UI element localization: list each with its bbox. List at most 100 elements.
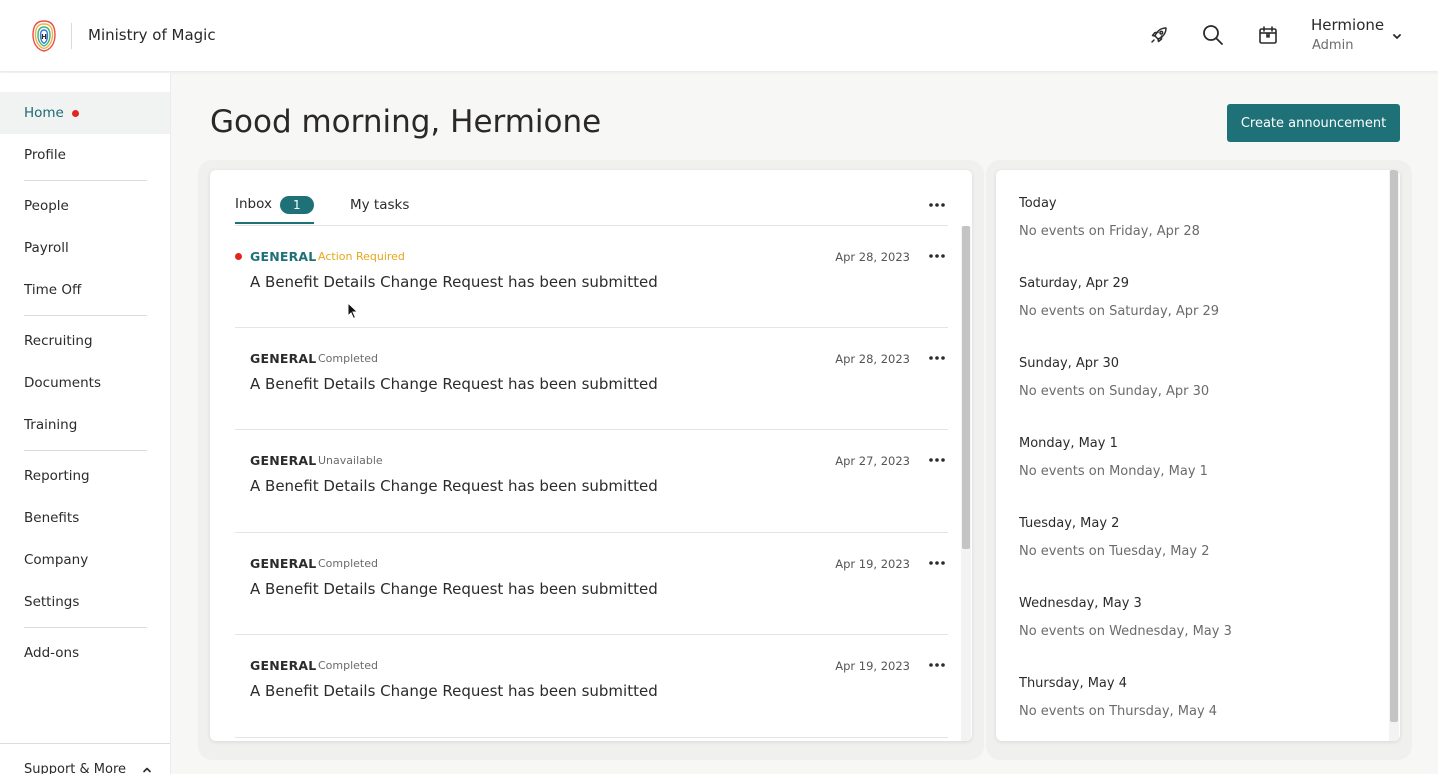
user-name[interactable]: Hermione (1311, 16, 1384, 34)
sidebar-item-label: Home (24, 105, 64, 121)
day-events: No events on Thursday, May 4 (1019, 704, 1218, 719)
sidebar-item-home[interactable]: Home (0, 92, 170, 134)
page-title: Good morning, Hermione (210, 104, 602, 140)
sidebar-item-reporting[interactable]: Reporting (0, 455, 170, 497)
inbox-tabs: Inbox 1 My tasks (235, 170, 948, 226)
inbox-scrollbar[interactable] (961, 226, 971, 741)
search-icon[interactable] (1200, 22, 1226, 48)
mouse-cursor-icon (347, 301, 359, 320)
calendar-day: Wednesday, May 3 No events on Wednesday,… (1019, 596, 1379, 639)
calendar-day: Today No events on Friday, Apr 28 (1019, 196, 1379, 239)
sidebar-item-label: Benefits (24, 510, 80, 526)
nav-divider (24, 315, 147, 316)
item-title[interactable]: A Benefit Details Change Request has bee… (250, 580, 658, 598)
app-title[interactable]: Ministry of Magic (88, 26, 216, 44)
item-title[interactable]: A Benefit Details Change Request has bee… (250, 477, 658, 495)
item-title[interactable]: A Benefit Details Change Request has bee… (250, 273, 658, 291)
day-name: Today (1019, 196, 1057, 211)
list-item[interactable]: GENERAL Completed Apr 19, 2023 A Benefit… (235, 635, 948, 738)
day-name: Sunday, Apr 30 (1019, 356, 1120, 371)
sidebar-item-training[interactable]: Training (0, 404, 170, 446)
support-label: Support & More (24, 762, 127, 774)
day-name: Monday, May 1 (1019, 436, 1118, 451)
item-status: Completed (318, 352, 378, 365)
calendar-icon[interactable] (1255, 22, 1281, 48)
inbox-count-badge: 1 (279, 196, 314, 214)
sidebar-item-label: Company (24, 552, 89, 568)
sidebar-item-label: Time Off (24, 282, 82, 298)
more-options-icon[interactable] (926, 350, 948, 366)
sidebar-item-label: People (24, 198, 69, 214)
day-events: No events on Monday, May 1 (1019, 464, 1208, 479)
sidebar-item-label: Training (24, 417, 78, 433)
support-and-more-button[interactable]: Support & More (0, 743, 170, 774)
nav-divider (24, 450, 147, 451)
item-status: Action Required (318, 250, 405, 263)
rocket-icon[interactable] (1146, 22, 1172, 48)
user-role: Admin (1312, 38, 1354, 53)
day-events: No events on Tuesday, May 2 (1019, 544, 1210, 559)
item-status: Completed (318, 557, 378, 570)
scrollbar-thumb[interactable] (962, 226, 970, 549)
day-events: No events on Saturday, Apr 29 (1019, 304, 1220, 319)
sidebar-item-label: Recruiting (24, 333, 93, 349)
item-date: Apr 28, 2023 (835, 250, 910, 264)
chevron-down-icon[interactable] (1389, 28, 1405, 44)
tab-inbox[interactable]: Inbox 1 (235, 194, 314, 224)
day-events: No events on Sunday, Apr 30 (1019, 384, 1210, 399)
item-category: GENERAL (250, 658, 317, 673)
item-status: Unavailable (318, 454, 383, 467)
list-item[interactable]: GENERAL Completed Apr 19, 2023 A Benefit… (235, 533, 948, 635)
day-events: No events on Friday, Apr 28 (1019, 224, 1200, 239)
top-bar: H Ministry of Magic Hermione Admin (0, 0, 1438, 72)
more-options-icon[interactable] (926, 197, 948, 213)
list-item[interactable]: GENERAL Completed Apr 28, 2023 A Benefit… (235, 328, 948, 430)
tab-my-tasks[interactable]: My tasks (350, 197, 409, 213)
logo-divider (71, 23, 72, 49)
sidebar-item-benefits[interactable]: Benefits (0, 497, 170, 539)
item-date: Apr 28, 2023 (835, 352, 910, 366)
ministry-logo[interactable]: H (31, 19, 57, 53)
inbox-card: Inbox 1 My tasks GENERAL Action Required… (210, 170, 972, 741)
more-options-icon[interactable] (926, 452, 948, 468)
sidebar-item-payroll[interactable]: Payroll (0, 227, 170, 269)
item-date: Apr 19, 2023 (835, 557, 910, 571)
tab-label: My tasks (350, 197, 410, 213)
more-options-icon[interactable] (926, 248, 948, 264)
list-item[interactable]: GENERAL Unavailable Apr 27, 2023 A Benef… (235, 430, 948, 533)
sidebar-item-company[interactable]: Company (0, 539, 170, 581)
sidebar-item-label: Profile (24, 147, 66, 163)
sidebar-item-add-ons[interactable]: Add-ons (0, 632, 170, 674)
nav-divider (24, 627, 147, 628)
sidebar-item-label: Settings (24, 594, 80, 610)
item-title[interactable]: A Benefit Details Change Request has bee… (250, 682, 658, 700)
sidebar-item-profile[interactable]: Profile (0, 134, 170, 176)
day-name: Saturday, Apr 29 (1019, 276, 1130, 291)
scrollbar-thumb[interactable] (1390, 170, 1398, 722)
item-category: GENERAL (250, 249, 317, 264)
day-events: No events on Wednesday, May 3 (1019, 624, 1232, 639)
chevron-up-icon (141, 764, 153, 774)
calendar-day: Tuesday, May 2 No events on Tuesday, May… (1019, 516, 1379, 559)
create-announcement-button[interactable]: Create announcement (1227, 104, 1400, 142)
nav-divider (24, 180, 147, 181)
more-options-icon[interactable] (926, 555, 948, 571)
item-date: Apr 27, 2023 (835, 454, 910, 468)
item-title[interactable]: A Benefit Details Change Request has bee… (250, 375, 658, 393)
sidebar-item-time-off[interactable]: Time Off (0, 269, 170, 311)
item-category: GENERAL (250, 556, 317, 571)
item-category: GENERAL (250, 351, 317, 366)
more-options-icon[interactable] (926, 657, 948, 673)
sidebar-item-people[interactable]: People (0, 185, 170, 227)
list-item[interactable]: GENERAL Action Required Apr 28, 2023 A B… (235, 226, 948, 328)
item-status: Completed (318, 659, 378, 672)
sidebar-item-label: Reporting (24, 468, 90, 484)
sidebar-item-settings[interactable]: Settings (0, 581, 170, 623)
sidebar-item-documents[interactable]: Documents (0, 362, 170, 404)
item-date: Apr 19, 2023 (835, 659, 910, 673)
calendar-scrollbar[interactable] (1389, 170, 1399, 741)
sidebar-item-label: Add-ons (24, 645, 80, 661)
sidebar-item-recruiting[interactable]: Recruiting (0, 320, 170, 362)
day-name: Thursday, May 4 (1019, 676, 1127, 691)
unread-dot (235, 253, 242, 260)
